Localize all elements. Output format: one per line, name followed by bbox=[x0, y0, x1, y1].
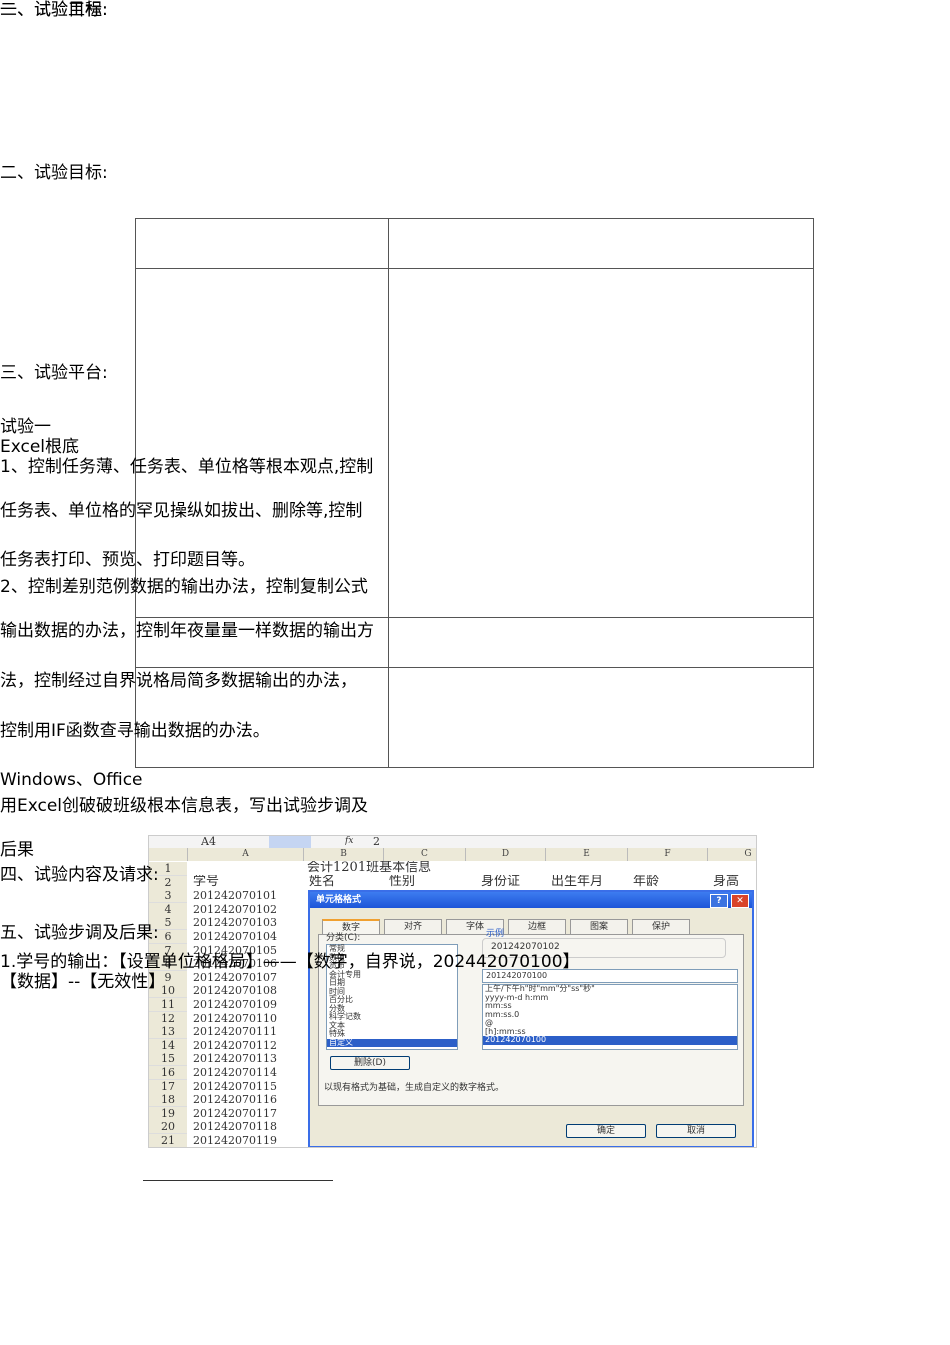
row-number[interactable]: 21 bbox=[149, 1134, 187, 1147]
row-number[interactable]: 18 bbox=[149, 1093, 187, 1108]
name-box: A4 bbox=[201, 835, 216, 848]
type-item[interactable]: mm:ss.0 bbox=[483, 1010, 737, 1020]
header-cell[interactable]: 身份证 bbox=[481, 875, 520, 891]
row-number[interactable]: 4 bbox=[149, 902, 187, 917]
header-cell[interactable]: 年龄 bbox=[633, 875, 659, 891]
close-button[interactable]: ✕ bbox=[731, 894, 749, 908]
body-line: 后果 bbox=[0, 840, 34, 860]
type-item[interactable]: 201242070100 bbox=[483, 1035, 737, 1045]
cancel-button[interactable]: 取消 bbox=[656, 1124, 736, 1138]
id-cell[interactable]: 201242070112 bbox=[193, 1039, 277, 1052]
step-line: 1.学号的输出：【设置单位格格局】——【数字，自界说，202442070100】 bbox=[0, 952, 580, 972]
row-number[interactable]: 19 bbox=[149, 1106, 187, 1121]
column-header[interactable]: B bbox=[304, 848, 384, 861]
id-cell[interactable]: 201242070101 bbox=[193, 889, 277, 902]
formula-value: 2 bbox=[373, 835, 380, 848]
row-number[interactable]: 3 bbox=[149, 889, 187, 904]
id-cell[interactable]: 201242070116 bbox=[193, 1093, 277, 1106]
row-number[interactable]: 17 bbox=[149, 1079, 187, 1094]
id-cell[interactable]: 201242070115 bbox=[193, 1080, 277, 1093]
excel-screenshot: A4 fx 2 A B C D E F G 1 2 3 201242070101 4 201242070… bbox=[148, 835, 757, 1148]
column-header[interactable]: A bbox=[188, 848, 304, 861]
row-number[interactable]: 11 bbox=[149, 998, 187, 1012]
category-item[interactable]: 文本 bbox=[327, 1021, 457, 1031]
category-item[interactable]: 百分比 bbox=[327, 995, 457, 1005]
category-item[interactable]: 自定义 bbox=[327, 1038, 457, 1047]
heading-goal: 二、试验目标: bbox=[0, 0, 108, 20]
tab-4[interactable]: 图案 bbox=[570, 919, 628, 935]
id-cell[interactable]: 201242070118 bbox=[193, 1120, 277, 1133]
body-line: 1、控制任务薄、任务表、单位格等根本观点,控制 bbox=[0, 457, 374, 477]
id-cell[interactable]: 201242070114 bbox=[193, 1066, 277, 1079]
type-item[interactable]: yyyy-m-d h:mm bbox=[483, 993, 737, 1003]
header-cell[interactable]: 身高 bbox=[713, 875, 739, 891]
id-cell[interactable]: 201242070117 bbox=[193, 1107, 277, 1120]
column-header[interactable]: F bbox=[628, 848, 708, 861]
select-all-corner[interactable] bbox=[149, 848, 188, 861]
body-line: 试验一 bbox=[0, 417, 51, 437]
id-cell[interactable]: 201242070102 bbox=[193, 903, 277, 916]
body-line: 任务表、单位格的罕见操纵如拔出、删除等,控制 bbox=[0, 501, 363, 521]
id-cell[interactable]: 201242070103 bbox=[193, 916, 277, 929]
name-box-dropdown bbox=[269, 836, 311, 848]
column-header[interactable]: G bbox=[708, 848, 756, 861]
id-cell[interactable]: 201242070107 bbox=[193, 971, 277, 984]
id-cell[interactable]: 201242070104 bbox=[193, 930, 277, 943]
id-cell[interactable]: 201242070119 bbox=[193, 1134, 277, 1147]
header-cell[interactable]: 姓名 bbox=[309, 875, 335, 891]
id-cell[interactable]: 201242070108 bbox=[193, 984, 277, 997]
heading-content: 四、试验内容及请求: bbox=[0, 865, 159, 885]
heading-goal: 二、试验目标: bbox=[0, 163, 108, 183]
tab-3[interactable]: 边框 bbox=[508, 919, 566, 935]
id-cell[interactable]: 201242070109 bbox=[193, 998, 277, 1011]
column-header[interactable]: D bbox=[466, 848, 546, 861]
header-cell[interactable]: 出生年月 bbox=[551, 875, 603, 891]
body-line: 控制用IF函数查寻输出数据的办法。 bbox=[0, 721, 270, 741]
fx-icon: fx bbox=[345, 836, 354, 846]
body-line: 用Excel创破破班级根本信息表，写出试验步调及 bbox=[0, 796, 369, 816]
row-number[interactable]: 12 bbox=[149, 1011, 187, 1026]
header-cell[interactable]: 性别 bbox=[389, 875, 415, 891]
body-line: 输出数据的办法，控制年夜量量一样数据的输出方 bbox=[0, 621, 374, 641]
type-item[interactable]: mm:ss bbox=[483, 1001, 737, 1011]
row-number[interactable]: 13 bbox=[149, 1025, 187, 1040]
ok-button[interactable]: 确定 bbox=[566, 1124, 646, 1138]
category-item[interactable]: 科学记数 bbox=[327, 1012, 457, 1022]
heading-platform: 三、试验平台: bbox=[0, 363, 108, 383]
column-header[interactable]: E bbox=[546, 848, 628, 861]
table-row-divider bbox=[136, 268, 813, 269]
footnote-rule bbox=[143, 1180, 333, 1181]
tab-5[interactable]: 保护 bbox=[632, 919, 690, 935]
body-line: 法，控制经过自界说格局简多数据输出的办法， bbox=[0, 671, 357, 691]
type-list[interactable]: 上午/下午h"时"mm"分"ss"秒" yyyy-m-d h:mm mm:ss mm:… bbox=[482, 984, 738, 1050]
row-number[interactable]: 15 bbox=[149, 1052, 187, 1067]
body-line: Windows、Office bbox=[0, 770, 143, 790]
table-column-divider bbox=[388, 219, 389, 767]
heading-steps: 五、试验步调及后果: bbox=[0, 923, 159, 943]
row-number[interactable]: 14 bbox=[149, 1038, 187, 1053]
column-header[interactable]: C bbox=[384, 848, 466, 861]
row-number[interactable]: 16 bbox=[149, 1066, 187, 1080]
body-line: Excel根底 bbox=[0, 437, 80, 457]
format-cells-dialog: 单元格格式 ? ✕ 数字 对齐 字体 边框 图案 保护 分类(C): 常规 数值 货币 会计专用… bbox=[308, 890, 754, 1147]
dialog-title: 单元格格式 ? ✕ bbox=[310, 892, 752, 908]
tab-1[interactable]: 对齐 bbox=[384, 919, 442, 935]
help-button[interactable]: ? bbox=[710, 894, 728, 908]
id-cell[interactable]: 201242070111 bbox=[193, 1025, 277, 1038]
delete-button[interactable]: 删除(D) bbox=[330, 1056, 410, 1070]
table-row-divider bbox=[136, 667, 813, 668]
body-line: 任务表打印、预览、打印题目等。 bbox=[0, 550, 255, 570]
row-number[interactable]: 20 bbox=[149, 1120, 187, 1135]
dialog-title-text: 单元格格式 bbox=[316, 895, 362, 905]
id-cell[interactable]: 201242070110 bbox=[193, 1012, 277, 1025]
body-line: 2、控制差别范例数据的输出办法，控制复制公式 bbox=[0, 577, 368, 597]
category-item[interactable]: 日期 bbox=[327, 978, 457, 988]
header-cell[interactable]: 学号 bbox=[193, 875, 219, 891]
step-line: 【数据】--【无效性】 bbox=[0, 972, 166, 992]
description: 以现有格式为基础，生成自定义的数字格式。 bbox=[324, 1083, 505, 1093]
title-cell[interactable]: 会计1201班基本信息 bbox=[307, 861, 431, 874]
table-row-divider bbox=[136, 617, 813, 618]
id-cell[interactable]: 201242070113 bbox=[193, 1052, 277, 1065]
